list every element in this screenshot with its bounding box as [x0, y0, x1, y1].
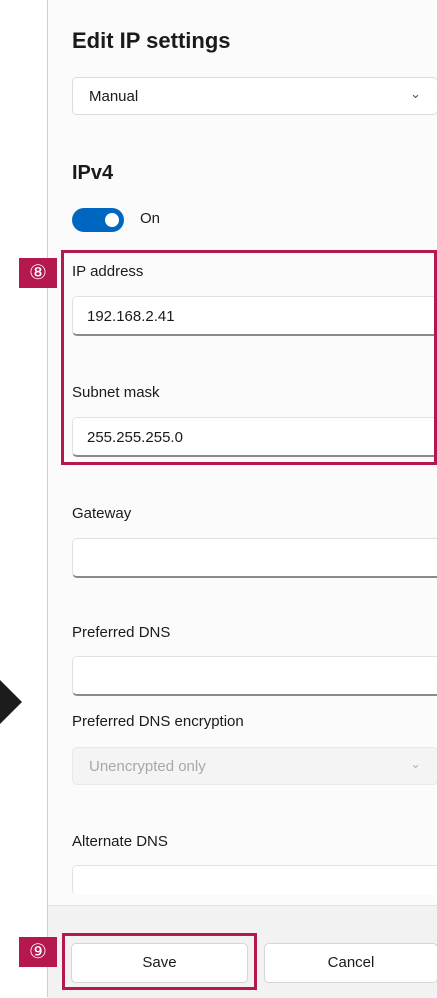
toggle-knob: [105, 213, 119, 227]
ipv4-section-title: IPv4: [72, 162, 114, 184]
ip-mode-dropdown[interactable]: Manual ⌄: [72, 77, 437, 115]
alternate-dns-label: Alternate DNS: [72, 833, 168, 850]
dialog-title: Edit IP settings: [72, 28, 231, 53]
ipv4-toggle-label: On: [140, 210, 161, 227]
preferred-dns-encryption-value: Unencrypted only: [89, 758, 206, 775]
preferred-dns-input[interactable]: [72, 656, 437, 696]
alternate-dns-input[interactable]: [72, 865, 437, 895]
preferred-dns-encryption-label: Preferred DNS encryption: [72, 713, 244, 730]
preferred-dns-label: Preferred DNS: [72, 624, 171, 641]
cancel-button[interactable]: Cancel: [264, 943, 437, 983]
step-badge-9: ⑨: [19, 937, 57, 967]
preferred-dns-encryption-dropdown[interactable]: Unencrypted only ⌄: [72, 747, 437, 785]
highlight-box-ip-subnet: [61, 250, 437, 465]
highlight-box-save: [62, 933, 257, 990]
background-area: [0, 0, 47, 997]
gateway-input[interactable]: [72, 538, 437, 578]
gateway-label: Gateway: [72, 505, 132, 522]
chevron-down-icon: ⌄: [410, 756, 421, 771]
chevron-down-icon: ⌄: [410, 86, 421, 101]
edit-ip-settings-dialog: Edit IP settings Manual ⌄ IPv4 On IP add…: [47, 0, 437, 998]
ip-mode-value: Manual: [89, 88, 139, 105]
ipv4-toggle[interactable]: [72, 208, 124, 232]
arrow-pointer-icon: [0, 680, 22, 724]
step-badge-8: ⑧: [19, 258, 57, 288]
